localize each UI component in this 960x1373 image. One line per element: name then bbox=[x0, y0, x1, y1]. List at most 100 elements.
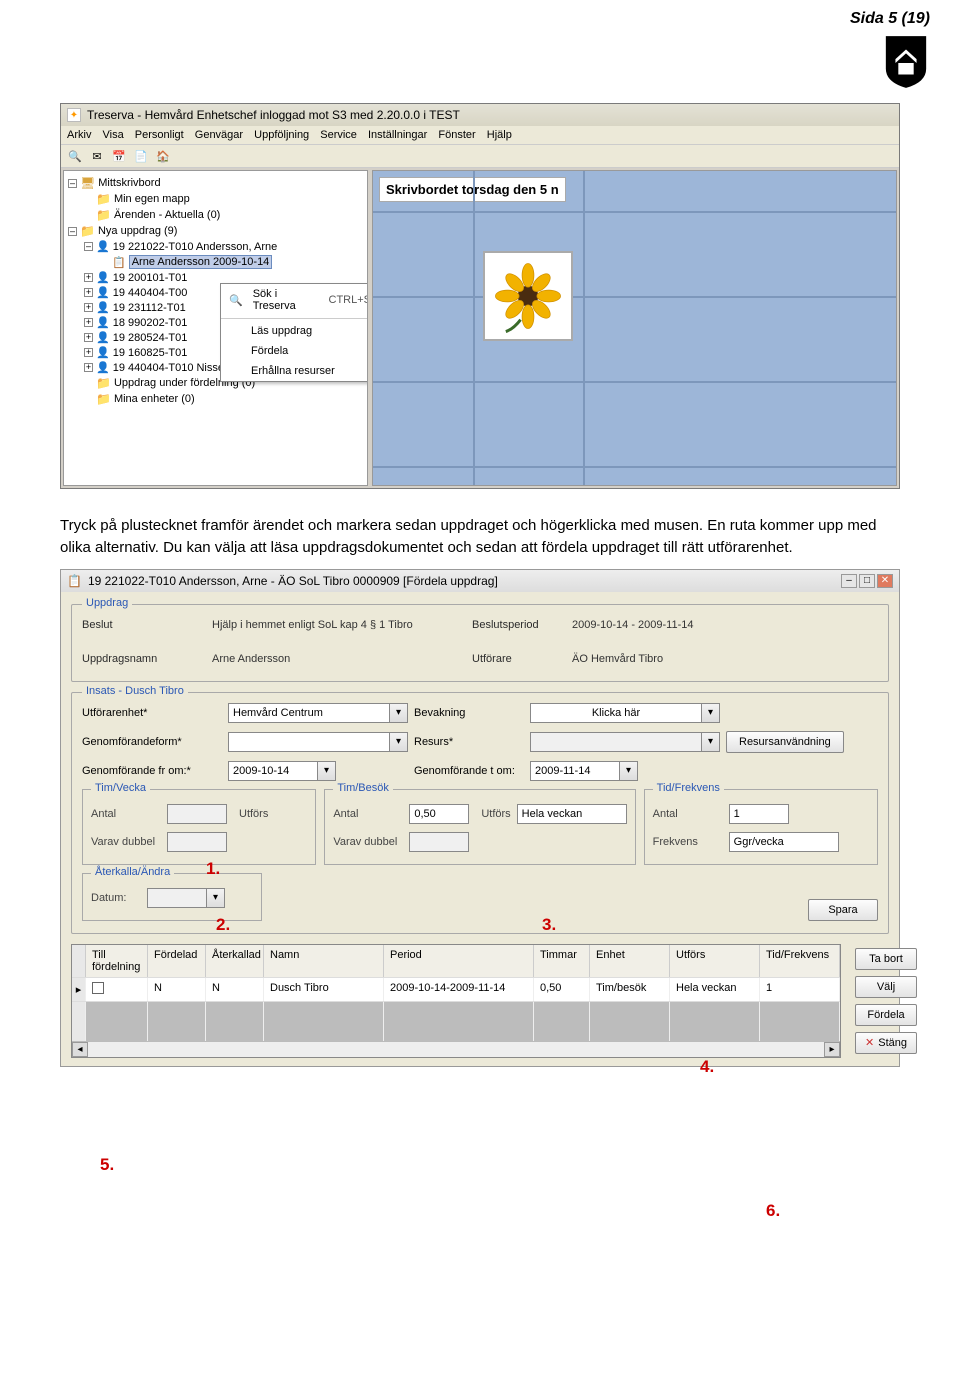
col-enhet[interactable]: Enhet bbox=[590, 945, 670, 977]
tree-person-4[interactable]: 19 231112-T01 bbox=[113, 302, 186, 314]
menu-hjalp[interactable]: Hjälp bbox=[487, 129, 512, 141]
col-aterkallad[interactable]: Återkallad bbox=[206, 945, 264, 977]
resursanvandning-button[interactable]: Resursanvändning bbox=[726, 731, 844, 753]
ctx-search[interactable]: 🔍Sök i TreservaCTRL+S bbox=[221, 284, 368, 316]
gen-from-date[interactable]: 2009-10-14▾ bbox=[228, 761, 408, 781]
collapse-icon[interactable]: – bbox=[84, 242, 93, 251]
bevakning-button[interactable]: Klicka här▾ bbox=[530, 703, 720, 723]
utforarenhet-select[interactable]: Hemvård Centrum▾ bbox=[228, 703, 408, 723]
toolbar-search-icon[interactable]: 🔍 bbox=[67, 148, 83, 164]
checkbox[interactable] bbox=[92, 982, 104, 994]
tree-arenden[interactable]: Ärenden - Aktuella (0) bbox=[114, 209, 220, 221]
aterkalla-date[interactable]: ▾ bbox=[147, 888, 225, 908]
expand-icon[interactable]: + bbox=[84, 333, 93, 342]
ctx-resurser[interactable]: Erhållna resurser bbox=[221, 361, 368, 381]
expand-icon[interactable]: + bbox=[84, 273, 93, 282]
fordela-button[interactable]: Fördela bbox=[855, 1004, 917, 1026]
cell-timmar: 0,50 bbox=[534, 978, 590, 1001]
menu-installningar[interactable]: Inställningar bbox=[368, 129, 427, 141]
person-icon: 👤 bbox=[96, 361, 110, 374]
annotation-3: 3. bbox=[542, 915, 556, 935]
table-row-empty[interactable] bbox=[72, 1001, 840, 1041]
tf-antal-input[interactable]: 1 bbox=[729, 804, 789, 824]
varav-label: Varav dubbel bbox=[333, 836, 403, 848]
menu-visa[interactable]: Visa bbox=[103, 129, 124, 141]
resurs-select[interactable]: ▾ bbox=[530, 732, 720, 752]
insats-table[interactable]: Till fördelning Fördelad Återkallad Namn… bbox=[71, 944, 841, 1058]
person-icon: 👤 bbox=[96, 271, 110, 284]
folder-icon: 📁 bbox=[96, 376, 111, 390]
table-row[interactable]: ▸ N N Dusch Tibro 2009-10-14-2009-11-14 … bbox=[72, 977, 840, 1001]
close-icon: ✕ bbox=[865, 1036, 874, 1049]
maximize-button[interactable]: □ bbox=[859, 574, 875, 588]
menu-personligt[interactable]: Personligt bbox=[135, 129, 184, 141]
horizontal-scrollbar[interactable]: ◂ ▸ bbox=[72, 1041, 840, 1057]
uppdrag-group-title: Uppdrag bbox=[82, 597, 132, 609]
beslut-value: Hjälp i hemmet enligt SoL kap 4 § 1 Tibr… bbox=[212, 619, 472, 631]
navigation-tree[interactable]: –🖥Mittskrivbord 📁Min egen mapp 📁Ärenden … bbox=[63, 170, 368, 486]
gen-tom-date[interactable]: 2009-11-14▾ bbox=[530, 761, 720, 781]
expand-icon[interactable]: + bbox=[84, 348, 93, 357]
col-timmar[interactable]: Timmar bbox=[534, 945, 590, 977]
toolbar-doc-icon[interactable]: 📄 bbox=[133, 148, 149, 164]
ctx-read[interactable]: Läs uppdrag bbox=[221, 321, 368, 341]
menu-uppfoljning[interactable]: Uppföljning bbox=[254, 129, 309, 141]
tree-person-7[interactable]: 19 160825-T01 bbox=[113, 347, 188, 359]
chevron-down-icon[interactable]: ▾ bbox=[318, 761, 336, 781]
col-namn[interactable]: Namn bbox=[264, 945, 384, 977]
tree-person-2[interactable]: 19 200101-T01 bbox=[113, 272, 188, 284]
tb-varav-input[interactable] bbox=[409, 832, 469, 852]
scroll-left-button[interactable]: ◂ bbox=[72, 1042, 88, 1057]
close-button[interactable]: ✕ bbox=[877, 574, 893, 588]
spara-button[interactable]: Spara bbox=[808, 899, 878, 921]
toolbar-calendar-icon[interactable]: 📅 bbox=[111, 148, 127, 164]
genform-select[interactable]: ▾ bbox=[228, 732, 408, 752]
expand-icon[interactable]: + bbox=[84, 318, 93, 327]
toolbar-home-icon[interactable]: 🏠 bbox=[155, 148, 171, 164]
col-fordelad[interactable]: Fördelad bbox=[148, 945, 206, 977]
tree-nya-uppdrag[interactable]: Nya uppdrag (9) bbox=[98, 225, 178, 237]
menubar[interactable]: Arkiv Visa Personligt Genvägar Uppföljni… bbox=[61, 126, 899, 144]
tb-utfors-input[interactable]: Hela veckan bbox=[517, 804, 627, 824]
stang-button[interactable]: ✕Stäng bbox=[855, 1032, 917, 1054]
minimize-button[interactable]: – bbox=[841, 574, 857, 588]
chevron-down-icon[interactable]: ▾ bbox=[390, 732, 408, 752]
toolbar-mail-icon[interactable]: ✉ bbox=[89, 148, 105, 164]
tree-person-5[interactable]: 18 990202-T01 bbox=[113, 317, 188, 329]
tv-varav-input[interactable] bbox=[167, 832, 227, 852]
collapse-icon[interactable]: – bbox=[68, 179, 77, 188]
tf-frekvens-input[interactable]: Ggr/vecka bbox=[729, 832, 839, 852]
tv-antal-input[interactable] bbox=[167, 804, 227, 824]
cell-utfors: Hela veckan bbox=[670, 978, 760, 1001]
desktop-thumbnail[interactable] bbox=[483, 251, 573, 341]
col-till-fordelning[interactable]: Till fördelning bbox=[86, 945, 148, 977]
chevron-down-icon[interactable]: ▾ bbox=[702, 703, 720, 723]
col-utfors[interactable]: Utförs bbox=[670, 945, 760, 977]
ctx-fordela[interactable]: Fördela bbox=[221, 341, 368, 361]
tree-person-6[interactable]: 19 280524-T01 bbox=[113, 332, 188, 344]
tb-antal-input[interactable]: 0,50 bbox=[409, 804, 469, 824]
expand-icon[interactable]: + bbox=[84, 363, 93, 372]
tree-person-3[interactable]: 19 440404-T00 bbox=[113, 287, 188, 299]
expand-icon[interactable]: + bbox=[84, 288, 93, 297]
tree-my-folder[interactable]: Min egen mapp bbox=[114, 193, 190, 205]
menu-arkiv[interactable]: Arkiv bbox=[67, 129, 91, 141]
chevron-down-icon[interactable]: ▾ bbox=[207, 888, 225, 908]
tree-uppdrag-selected[interactable]: Arne Andersson 2009-10-14 bbox=[129, 255, 273, 269]
tree-mina-enheter[interactable]: Mina enheter (0) bbox=[114, 393, 195, 405]
chevron-down-icon[interactable]: ▾ bbox=[702, 732, 720, 752]
menu-service[interactable]: Service bbox=[320, 129, 357, 141]
valj-button[interactable]: Välj bbox=[855, 976, 917, 998]
col-tidfrekvens[interactable]: Tid/Frekvens bbox=[760, 945, 840, 977]
menu-genvagar[interactable]: Genvägar bbox=[195, 129, 243, 141]
menu-fonster[interactable]: Fönster bbox=[438, 129, 475, 141]
tree-root[interactable]: Mittskrivbord bbox=[98, 177, 160, 189]
chevron-down-icon[interactable]: ▾ bbox=[620, 761, 638, 781]
col-period[interactable]: Period bbox=[384, 945, 534, 977]
collapse-icon[interactable]: – bbox=[68, 227, 77, 236]
chevron-down-icon[interactable]: ▾ bbox=[390, 703, 408, 723]
ta-bort-button[interactable]: Ta bort bbox=[855, 948, 917, 970]
tree-person-1[interactable]: 19 221022-T010 Andersson, Arne bbox=[113, 241, 278, 253]
expand-icon[interactable]: + bbox=[84, 303, 93, 312]
scroll-right-button[interactable]: ▸ bbox=[824, 1042, 840, 1057]
